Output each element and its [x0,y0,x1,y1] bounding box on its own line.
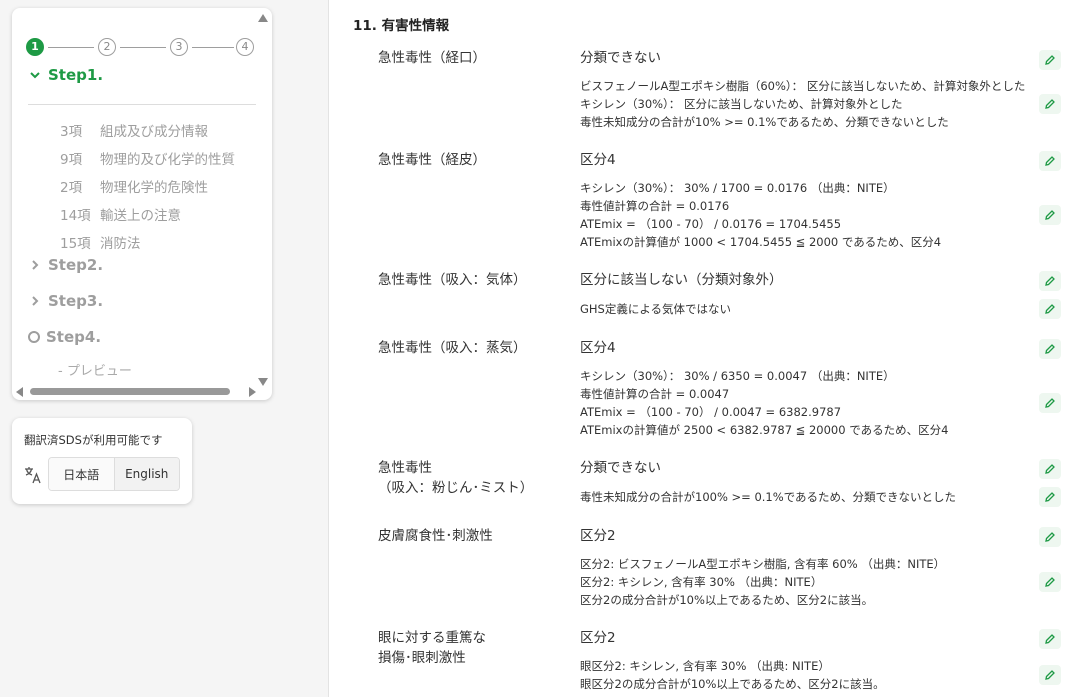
step2-header[interactable]: Step2. [28,256,103,274]
edit-classification-button[interactable] [1039,339,1061,359]
circle-outline-icon [28,331,40,343]
step3-label: Step3. [48,292,104,310]
edit-notes-button[interactable] [1039,572,1061,592]
step3-header[interactable]: Step3. [28,292,103,310]
section-title: 11. 有害性情報 [353,18,450,34]
hazard-label: 皮膚腐食性･刺激性 [378,528,493,544]
step1-item-section3[interactable]: 3項 組成及び成分情報 [60,116,235,144]
hazard-classification: 区分4 [580,340,616,356]
step-dot-3[interactable]: 3 [170,38,188,56]
pencil-icon [1045,276,1055,286]
hazard-notes: キシレン（30%）： 30% / 6350 = 0.0047 （出典：NITE）… [580,369,949,437]
edit-classification-button[interactable] [1039,271,1061,291]
pencil-icon [1045,156,1055,166]
main-content: 11. 有害性情報 急性毒性（経口） 分類できない ビスフェノールA型エポキシ樹… [328,0,1080,697]
scroll-left-icon[interactable] [16,387,23,397]
step1-items: 3項 組成及び成分情報 9項 物理的及び化学的性質 2項 物理化学的危険性 14項 輸送… [60,116,235,256]
step4-header[interactable]: Step4. [28,328,101,346]
hazard-notes: キシレン（30%）： 30% / 1700 = 0.0176 （出典：NITE）… [580,181,942,249]
step1-item-section2[interactable]: 2項 物理化学的危険性 [60,172,235,200]
pencil-icon [1045,99,1055,109]
language-japanese-button[interactable]: 日本語 [49,458,115,490]
step2-label: Step2. [48,256,104,274]
pencil-icon [1045,670,1055,680]
edit-notes-button[interactable] [1039,299,1061,319]
step-dot-1[interactable]: 1 [26,38,44,56]
language-english-button[interactable]: English [114,458,179,490]
hazard-label: 急性毒性（吸入：気体） [378,272,527,288]
edit-notes-button[interactable] [1039,205,1061,225]
hazard-label: 急性毒性 （吸入：粉じん･ミスト） [378,460,534,496]
pencil-icon [1045,492,1055,502]
hazard-notes: GHS定義による気体ではない [580,302,732,316]
edit-notes-button[interactable] [1039,487,1061,507]
edit-classification-button[interactable] [1039,459,1061,479]
step1-label: Step1. [48,66,104,84]
edit-notes-button[interactable] [1039,665,1061,685]
hazard-notes: 毒性未知成分の合計が100% >= 0.1%であるため、分類できないとした [580,490,957,504]
pencil-icon [1045,464,1055,474]
hazard-classification: 区分に該当しない（分類対象外） [580,272,783,288]
pencil-icon [1045,398,1055,408]
scrollbar-thumb[interactable] [30,388,230,395]
hazard-classification: 区分4 [580,152,616,168]
hazard-classification: 区分2 [580,630,616,646]
edit-classification-button[interactable] [1039,629,1061,649]
hazard-label: 眼に対する重篤な 損傷･眼刺激性 [378,630,486,666]
hazard-label: 急性毒性（経皮） [378,152,486,168]
step-connector [48,47,94,48]
stepper-panel: 1 2 3 4 Step1. 3項 組成及び成分情報 9項 物理的及び化学的性質 2… [12,8,272,400]
vertical-scrollbar[interactable] [256,12,270,388]
step1-item-section15[interactable]: 15項 消防法 [60,228,235,256]
step4-preview-label[interactable]: - プレビュー [58,360,132,379]
edit-classification-button[interactable] [1039,151,1061,171]
hazard-classification: 分類できない [580,50,661,66]
step-progress: 1 2 3 4 [26,38,254,56]
step1-item-section9[interactable]: 9項 物理的及び化学的性質 [60,144,235,172]
chevron-down-icon [30,72,40,79]
pencil-icon [1045,532,1055,542]
chevron-right-icon [32,260,39,270]
divider [28,104,256,105]
step-connector [120,47,166,48]
language-toggle: 日本語 English [48,457,180,491]
scroll-up-icon[interactable] [258,14,268,22]
hazard-notes: 眼区分2: キシレン, 含有率 30% （出典: NITE） 眼区分2の成分合計… [580,659,885,691]
step1-header[interactable]: Step1. [28,66,103,84]
horizontal-scrollbar[interactable] [16,386,256,398]
hazard-notes: ビスフェノールA型エポキシ樹脂（60%）： 区分に該当しないため、計算対象外とし… [580,79,1026,129]
hazard-classification: 分類できない [580,460,661,476]
edit-notes-button[interactable] [1039,393,1061,413]
step-dot-4[interactable]: 4 [236,38,254,56]
edit-notes-button[interactable] [1039,94,1061,114]
pencil-icon [1045,634,1055,644]
pencil-icon [1045,304,1055,314]
chevron-right-icon [32,296,39,306]
edit-classification-button[interactable] [1039,527,1061,547]
hazard-label: 急性毒性（経口） [378,50,486,66]
pencil-icon [1045,344,1055,354]
pencil-icon [1045,577,1055,587]
step-connector [192,47,234,48]
translation-card: 翻訳済SDSが利用可能です 日本語 English [12,418,192,504]
pencil-icon [1045,55,1055,65]
step4-label: Step4. [46,328,102,346]
step-dot-2[interactable]: 2 [98,38,116,56]
translate-icon [25,467,41,484]
hazard-notes: 区分2: ビスフェノールA型エポキシ樹脂, 含有率 60% （出典：NITE） … [580,557,946,607]
edit-classification-button[interactable] [1039,50,1061,70]
translation-notice: 翻訳済SDSが利用可能です [24,433,163,447]
hazard-label: 急性毒性（吸入：蒸気） [378,340,527,356]
hazard-classification: 区分2 [580,528,616,544]
step1-item-section14[interactable]: 14項 輸送上の注意 [60,200,235,228]
scroll-down-icon[interactable] [258,378,268,386]
pencil-icon [1045,210,1055,220]
scroll-right-icon[interactable] [249,387,256,397]
